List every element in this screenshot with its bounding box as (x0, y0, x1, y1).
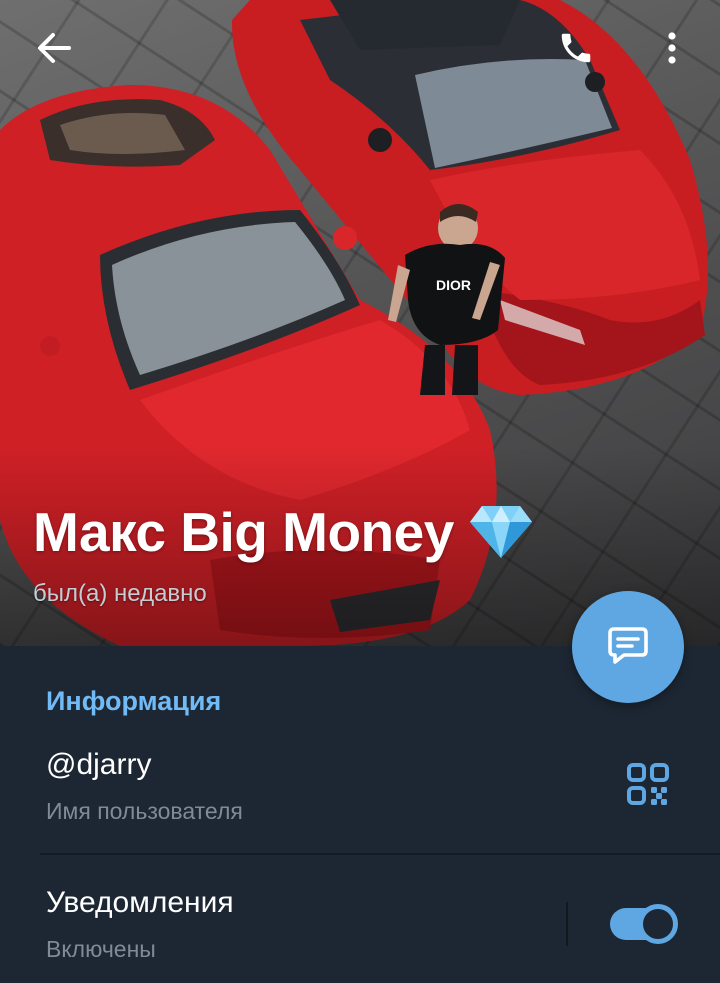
more-options-button[interactable] (644, 22, 700, 78)
qr-code-icon (627, 762, 669, 810)
username-caption: Имя пользователя (46, 798, 243, 824)
vertical-separator (566, 902, 568, 946)
notifications-toggle[interactable] (610, 904, 678, 944)
gem-icon (468, 504, 534, 560)
arrow-left-icon (36, 30, 72, 71)
toggle-knob (638, 904, 678, 944)
notifications-title[interactable]: Уведомления (46, 886, 234, 920)
profile-name-text: Макс Big Money (33, 501, 454, 563)
phone-icon (557, 29, 595, 72)
call-button[interactable] (548, 22, 604, 78)
notifications-status: Включены (46, 936, 156, 962)
more-vertical-icon (666, 30, 678, 71)
section-title-info: Информация (46, 686, 222, 716)
username-value[interactable]: @djarry (46, 748, 151, 782)
back-button[interactable] (26, 22, 82, 78)
chat-bubble-icon (604, 621, 652, 674)
divider (40, 853, 720, 855)
profile-name: Макс Big Money (33, 500, 534, 564)
svg-text:DIOR: DIOR (436, 277, 471, 293)
qr-code-button[interactable] (620, 758, 676, 814)
last-seen-status: был(а) недавно (33, 580, 207, 607)
send-message-button[interactable] (572, 591, 684, 703)
